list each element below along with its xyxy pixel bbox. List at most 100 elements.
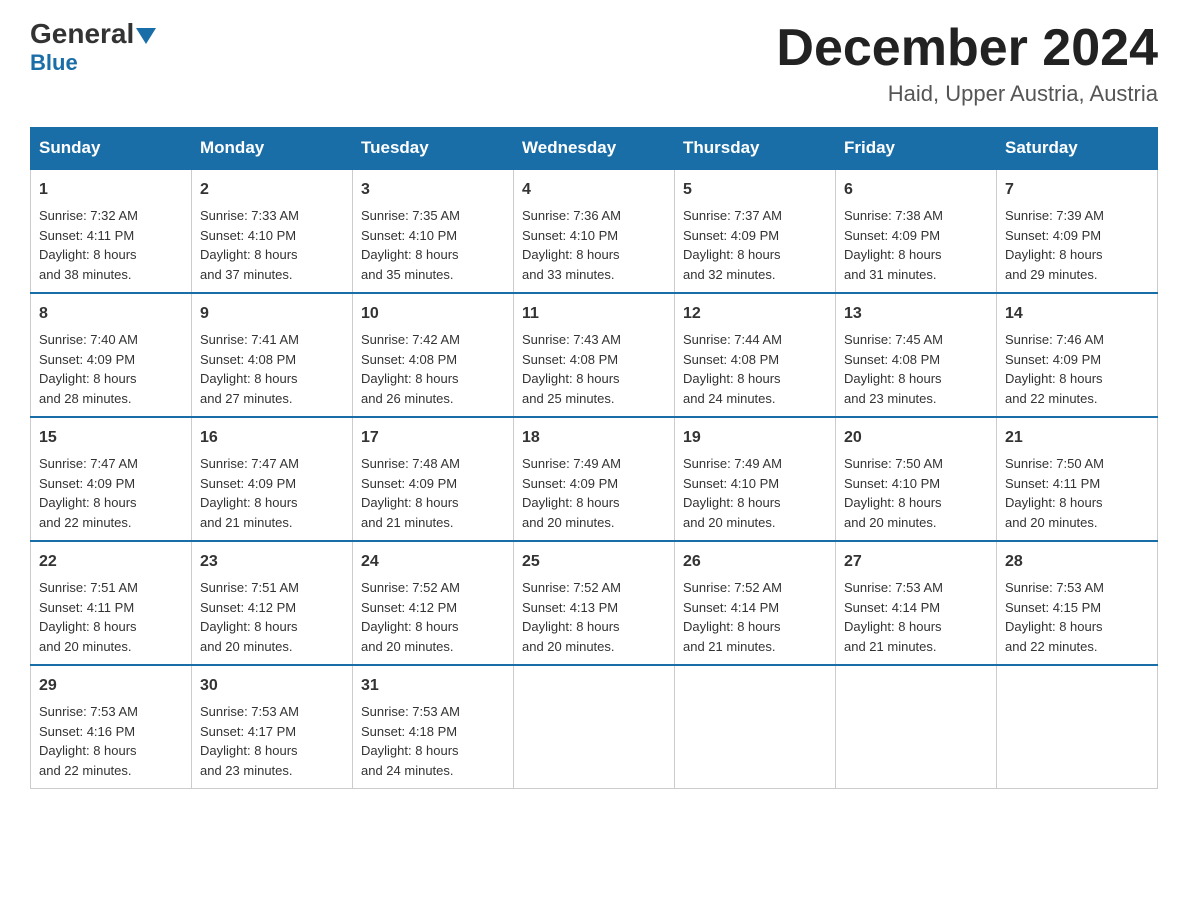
calendar-cell: 9 Sunrise: 7:41 AM Sunset: 4:08 PM Daylig… — [192, 293, 353, 417]
header-saturday: Saturday — [997, 128, 1158, 170]
day-number: 19 — [683, 426, 827, 450]
header-thursday: Thursday — [675, 128, 836, 170]
page-header: General Blue December 2024 Haid, Upper A… — [30, 20, 1158, 107]
calendar-cell: 18Sunrise: 7:49 AM Sunset: 4:09 PM Dayli… — [514, 417, 675, 541]
day-number: 9 — [200, 302, 344, 326]
logo-general: General — [30, 20, 156, 48]
logo-triangle-icon — [136, 28, 156, 44]
day-info: Sunrise: 7:32 AM Sunset: 4:11 PM Dayligh… — [39, 206, 183, 284]
calendar-cell: 20 Sunrise: 7:50 AM Sunset: 4:10 PM Dayli… — [836, 417, 997, 541]
calendar-cell — [997, 665, 1158, 789]
day-number: 13 — [844, 302, 988, 326]
day-number: 7 — [1005, 178, 1149, 202]
day-number: 15 — [39, 426, 183, 450]
day-number: 20 — [844, 426, 988, 450]
calendar-week-row: 29 Sunrise: 7:53 AM Sunset: 4:16 PM Dayli… — [31, 665, 1158, 789]
header-friday: Friday — [836, 128, 997, 170]
calendar-week-row: 22 Sunrise: 7:51 AM Sunset: 4:11 PM Dayli… — [31, 541, 1158, 665]
day-info: Sunrise: 7:48 AM Sunset: 4:09 PM Dayligh… — [361, 454, 505, 532]
calendar-table: SundayMondayTuesdayWednesdayThursdayFrid… — [30, 127, 1158, 789]
day-info: Sunrise: 7:53 AM Sunset: 4:14 PM Dayligh… — [844, 578, 988, 656]
day-info: Sunrise: 7:47 AM Sunset: 4:09 PM Dayligh… — [200, 454, 344, 532]
day-info: Sunrise: 7:53 AM Sunset: 4:17 PM Dayligh… — [200, 702, 344, 780]
header-sunday: Sunday — [31, 128, 192, 170]
day-info: Sunrise: 7:49 AM Sunset: 4:10 PM Dayligh… — [683, 454, 827, 532]
calendar-cell: 7 Sunrise: 7:39 AM Sunset: 4:09 PM Daylig… — [997, 169, 1158, 293]
day-info: Sunrise: 7:40 AM Sunset: 4:09 PM Dayligh… — [39, 330, 183, 408]
calendar-cell: 14Sunrise: 7:46 AM Sunset: 4:09 PM Dayli… — [997, 293, 1158, 417]
day-number: 23 — [200, 550, 344, 574]
day-info: Sunrise: 7:43 AM Sunset: 4:08 PM Dayligh… — [522, 330, 666, 408]
calendar-cell: 1 Sunrise: 7:32 AM Sunset: 4:11 PM Daylig… — [31, 169, 192, 293]
calendar-cell: 16 Sunrise: 7:47 AM Sunset: 4:09 PM Dayli… — [192, 417, 353, 541]
day-number: 25 — [522, 550, 666, 574]
title-area: December 2024 Haid, Upper Austria, Austr… — [776, 20, 1158, 107]
calendar-cell: 26Sunrise: 7:52 AM Sunset: 4:14 PM Dayli… — [675, 541, 836, 665]
day-number: 8 — [39, 302, 183, 326]
day-info: Sunrise: 7:53 AM Sunset: 4:16 PM Dayligh… — [39, 702, 183, 780]
day-number: 16 — [200, 426, 344, 450]
logo-general-text: General — [30, 18, 134, 49]
calendar-cell: 15 Sunrise: 7:47 AM Sunset: 4:09 PM Dayli… — [31, 417, 192, 541]
day-number: 27 — [844, 550, 988, 574]
logo-blue-text: Blue — [30, 50, 78, 76]
calendar-cell: 8 Sunrise: 7:40 AM Sunset: 4:09 PM Daylig… — [31, 293, 192, 417]
month-title: December 2024 — [776, 20, 1158, 77]
calendar-week-row: 8 Sunrise: 7:40 AM Sunset: 4:09 PM Daylig… — [31, 293, 1158, 417]
day-info: Sunrise: 7:39 AM Sunset: 4:09 PM Dayligh… — [1005, 206, 1149, 284]
day-info: Sunrise: 7:51 AM Sunset: 4:11 PM Dayligh… — [39, 578, 183, 656]
calendar-cell: 19 Sunrise: 7:49 AM Sunset: 4:10 PM Dayli… — [675, 417, 836, 541]
day-number: 22 — [39, 550, 183, 574]
calendar-cell: 12 Sunrise: 7:44 AM Sunset: 4:08 PM Dayli… — [675, 293, 836, 417]
day-info: Sunrise: 7:37 AM Sunset: 4:09 PM Dayligh… — [683, 206, 827, 284]
day-info: Sunrise: 7:51 AM Sunset: 4:12 PM Dayligh… — [200, 578, 344, 656]
calendar-cell: 11Sunrise: 7:43 AM Sunset: 4:08 PM Dayli… — [514, 293, 675, 417]
day-info: Sunrise: 7:53 AM Sunset: 4:15 PM Dayligh… — [1005, 578, 1149, 656]
day-info: Sunrise: 7:50 AM Sunset: 4:11 PM Dayligh… — [1005, 454, 1149, 532]
day-info: Sunrise: 7:33 AM Sunset: 4:10 PM Dayligh… — [200, 206, 344, 284]
calendar-cell: 4Sunrise: 7:36 AM Sunset: 4:10 PM Daylig… — [514, 169, 675, 293]
day-info: Sunrise: 7:44 AM Sunset: 4:08 PM Dayligh… — [683, 330, 827, 408]
calendar-cell — [675, 665, 836, 789]
calendar-cell: 28 Sunrise: 7:53 AM Sunset: 4:15 PM Dayli… — [997, 541, 1158, 665]
logo: General Blue — [30, 20, 156, 76]
calendar-cell: 27 Sunrise: 7:53 AM Sunset: 4:14 PM Dayli… — [836, 541, 997, 665]
calendar-cell: 17 Sunrise: 7:48 AM Sunset: 4:09 PM Dayli… — [353, 417, 514, 541]
day-number: 14 — [1005, 302, 1149, 326]
day-number: 28 — [1005, 550, 1149, 574]
location-title: Haid, Upper Austria, Austria — [776, 81, 1158, 107]
calendar-week-row: 15 Sunrise: 7:47 AM Sunset: 4:09 PM Dayli… — [31, 417, 1158, 541]
day-number: 24 — [361, 550, 505, 574]
day-info: Sunrise: 7:35 AM Sunset: 4:10 PM Dayligh… — [361, 206, 505, 284]
header-monday: Monday — [192, 128, 353, 170]
day-number: 5 — [683, 178, 827, 202]
day-number: 6 — [844, 178, 988, 202]
day-info: Sunrise: 7:50 AM Sunset: 4:10 PM Dayligh… — [844, 454, 988, 532]
day-number: 12 — [683, 302, 827, 326]
calendar-cell: 22 Sunrise: 7:51 AM Sunset: 4:11 PM Dayli… — [31, 541, 192, 665]
calendar-cell: 25 Sunrise: 7:52 AM Sunset: 4:13 PM Dayli… — [514, 541, 675, 665]
day-info: Sunrise: 7:47 AM Sunset: 4:09 PM Dayligh… — [39, 454, 183, 532]
day-info: Sunrise: 7:45 AM Sunset: 4:08 PM Dayligh… — [844, 330, 988, 408]
day-number: 21 — [1005, 426, 1149, 450]
day-number: 18 — [522, 426, 666, 450]
day-number: 1 — [39, 178, 183, 202]
day-number: 30 — [200, 674, 344, 698]
calendar-week-row: 1 Sunrise: 7:32 AM Sunset: 4:11 PM Daylig… — [31, 169, 1158, 293]
day-info: Sunrise: 7:53 AM Sunset: 4:18 PM Dayligh… — [361, 702, 505, 780]
day-info: Sunrise: 7:52 AM Sunset: 4:12 PM Dayligh… — [361, 578, 505, 656]
day-info: Sunrise: 7:42 AM Sunset: 4:08 PM Dayligh… — [361, 330, 505, 408]
day-info: Sunrise: 7:41 AM Sunset: 4:08 PM Dayligh… — [200, 330, 344, 408]
calendar-cell — [514, 665, 675, 789]
calendar-cell: 6 Sunrise: 7:38 AM Sunset: 4:09 PM Daylig… — [836, 169, 997, 293]
day-info: Sunrise: 7:52 AM Sunset: 4:13 PM Dayligh… — [522, 578, 666, 656]
day-info: Sunrise: 7:38 AM Sunset: 4:09 PM Dayligh… — [844, 206, 988, 284]
day-number: 17 — [361, 426, 505, 450]
calendar-cell: 23 Sunrise: 7:51 AM Sunset: 4:12 PM Dayli… — [192, 541, 353, 665]
day-number: 10 — [361, 302, 505, 326]
day-number: 26 — [683, 550, 827, 574]
day-number: 4 — [522, 178, 666, 202]
day-number: 29 — [39, 674, 183, 698]
calendar-cell: 30 Sunrise: 7:53 AM Sunset: 4:17 PM Dayli… — [192, 665, 353, 789]
calendar-cell — [836, 665, 997, 789]
